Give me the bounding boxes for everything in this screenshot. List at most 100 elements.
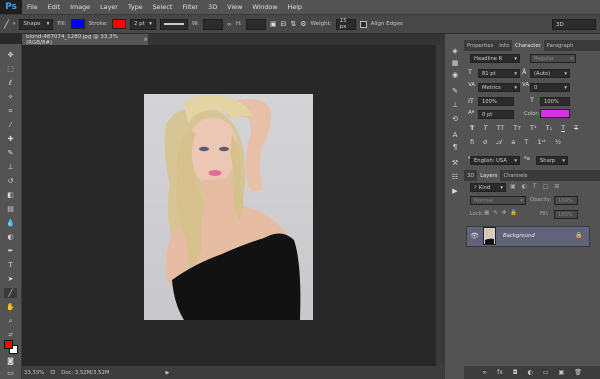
small-caps-button[interactable]: Tт bbox=[513, 124, 521, 134]
lock-position-icon[interactable]: ✥ bbox=[502, 210, 507, 218]
faux-bold-button[interactable]: T bbox=[470, 124, 474, 134]
lock-transparency-icon[interactable]: ▦ bbox=[484, 210, 489, 218]
leading-field[interactable]: (Auto) ▾ bbox=[530, 69, 570, 78]
stroke-type-select[interactable] bbox=[159, 18, 188, 30]
color-icon[interactable]: ◉ bbox=[449, 70, 461, 79]
titling-button[interactable]: T bbox=[524, 138, 528, 148]
tracking-field[interactable]: 0 ▾ bbox=[530, 83, 570, 92]
chevron-down-icon[interactable]: ▾ bbox=[13, 21, 16, 27]
lock-pixels-icon[interactable]: ✎ bbox=[493, 210, 498, 218]
pixel-filter-icon[interactable]: ▣ bbox=[510, 183, 516, 192]
eraser-tool-icon[interactable]: ◧ bbox=[4, 190, 17, 200]
adjustment-filter-icon[interactable]: ◐ bbox=[522, 183, 527, 192]
add-mask-icon[interactable]: ◘ bbox=[513, 369, 518, 376]
shape-filter-icon[interactable]: ▢ bbox=[543, 183, 549, 192]
new-layer-icon[interactable]: ▣ bbox=[559, 369, 565, 376]
menu-view[interactable]: View bbox=[222, 3, 247, 11]
faux-italic-button[interactable]: T bbox=[483, 124, 487, 134]
discretionary-ligatures-button[interactable]: ơ bbox=[483, 138, 487, 148]
height-field[interactable] bbox=[245, 18, 266, 30]
menu-filter[interactable]: Filter bbox=[177, 3, 203, 11]
tab-paragraph[interactable]: Paragraph bbox=[544, 40, 577, 51]
fractions-button[interactable]: ½ bbox=[555, 138, 561, 148]
kerning-select[interactable]: Metrics ▾ bbox=[478, 83, 520, 92]
path-operations-icon[interactable]: ▣ bbox=[270, 20, 277, 28]
zoom-tool-icon[interactable]: ⌕ bbox=[4, 316, 17, 326]
path-selection-tool-icon[interactable]: ➤ bbox=[4, 274, 17, 284]
close-icon[interactable]: × bbox=[143, 37, 148, 43]
swap-colors-icon[interactable]: ⇄ bbox=[4, 330, 17, 340]
font-size-field[interactable]: 81 pt ▾ bbox=[478, 69, 520, 78]
navigator-icon[interactable]: ◈ bbox=[449, 46, 461, 55]
lasso-tool-icon[interactable]: ℓ bbox=[4, 78, 17, 88]
font-family-select[interactable]: Headline R ▾ bbox=[470, 54, 520, 63]
share-icon[interactable]: ⊡ bbox=[50, 369, 55, 376]
strikethrough-button[interactable]: T bbox=[574, 124, 578, 134]
superscript-button[interactable]: T¹ bbox=[530, 124, 537, 134]
all-caps-button[interactable]: TT bbox=[496, 124, 504, 134]
history-brush-tool-icon[interactable]: ↺ bbox=[4, 176, 17, 186]
align-edges-checkbox[interactable] bbox=[359, 20, 367, 28]
fill-swatch[interactable] bbox=[70, 19, 85, 29]
pen-tool-icon[interactable]: ✒ bbox=[4, 246, 17, 256]
line-tool-icon[interactable]: ╱ bbox=[4, 288, 17, 298]
tab-character[interactable]: Character bbox=[512, 40, 544, 51]
path-arrangement-icon[interactable]: ⇅ bbox=[290, 20, 296, 28]
underline-button[interactable]: T bbox=[561, 124, 565, 134]
brush-presets-icon[interactable]: ✎ bbox=[449, 86, 461, 95]
menu-type[interactable]: Type bbox=[123, 3, 148, 11]
marquee-tool-icon[interactable]: ⬚ bbox=[4, 64, 17, 74]
history-icon[interactable]: ⟲ bbox=[449, 114, 461, 123]
type-filter-icon[interactable]: T bbox=[533, 183, 537, 192]
eye-icon[interactable]: 👁 bbox=[470, 232, 479, 240]
font-style-select[interactable]: Regular ▾ bbox=[530, 54, 576, 63]
healing-brush-tool-icon[interactable]: ✚ bbox=[4, 134, 17, 144]
tab-properties[interactable]: Properties bbox=[464, 40, 496, 51]
menu-edit[interactable]: Edit bbox=[43, 3, 65, 11]
character-panel-icon[interactable]: A bbox=[449, 130, 461, 139]
layer-kind-filter[interactable]: ⌕ Kind ▾ bbox=[470, 183, 506, 192]
menu-3d[interactable]: 3D bbox=[203, 3, 222, 11]
menu-help[interactable]: Help bbox=[283, 3, 308, 11]
type-tool-icon[interactable]: T bbox=[4, 260, 17, 270]
vertical-scrollbar[interactable] bbox=[436, 45, 444, 366]
blend-mode-select[interactable]: Normal ▾ bbox=[470, 196, 526, 205]
width-field[interactable] bbox=[202, 18, 223, 30]
clone-source-icon[interactable]: ⊥ bbox=[449, 100, 461, 109]
workspace-select[interactable]: 3D bbox=[552, 19, 596, 30]
menu-image[interactable]: Image bbox=[65, 3, 95, 11]
screen-mode-icon[interactable]: ▭ bbox=[4, 368, 17, 378]
layer-comps-icon[interactable]: ▦ bbox=[449, 58, 461, 67]
menu-window[interactable]: Window bbox=[247, 3, 282, 11]
vertical-scale-field[interactable]: 100% bbox=[478, 97, 514, 106]
line-tool-icon[interactable]: ╱ bbox=[4, 20, 9, 29]
alternates-button[interactable]: a bbox=[511, 138, 515, 148]
trash-icon[interactable]: 🗑 bbox=[574, 369, 582, 376]
menu-layer[interactable]: Layer bbox=[95, 3, 123, 11]
adjustments-icon[interactable]: ☷ bbox=[449, 172, 461, 181]
crop-tool-icon[interactable]: ⌗ bbox=[4, 106, 17, 116]
eyedropper-tool-icon[interactable]: ⁄ bbox=[4, 120, 17, 130]
antialias-select[interactable]: Sharp ▾ bbox=[536, 156, 568, 165]
blur-tool-icon[interactable]: 💧 bbox=[4, 218, 17, 228]
magic-wand-tool-icon[interactable]: ✧ bbox=[4, 92, 17, 102]
link-layers-icon[interactable]: ∞ bbox=[482, 369, 487, 376]
menu-select[interactable]: Select bbox=[148, 3, 178, 11]
chevron-right-icon[interactable]: ▶ bbox=[165, 370, 169, 376]
stroke-swatch[interactable] bbox=[111, 19, 126, 29]
clone-stamp-tool-icon[interactable]: ⊥ bbox=[4, 162, 17, 172]
new-group-icon[interactable]: ▭ bbox=[543, 369, 549, 376]
dodge-tool-icon[interactable]: ◐ bbox=[4, 232, 17, 242]
text-color-swatch[interactable] bbox=[540, 109, 570, 118]
quick-mask-icon[interactable]: ◙ bbox=[4, 356, 17, 366]
foreground-color-swatch[interactable] bbox=[4, 340, 13, 349]
zoom-level[interactable]: 33,33% bbox=[24, 370, 44, 376]
tab-3d[interactable]: 3D bbox=[464, 170, 477, 181]
baseline-shift-field[interactable]: 0 pt bbox=[478, 110, 514, 119]
mode-select[interactable]: Shape ▾ bbox=[19, 18, 54, 30]
ordinals-button[interactable]: 1ˢᵗ bbox=[537, 138, 545, 148]
swash-button[interactable]: 𝒜 bbox=[496, 138, 502, 148]
move-tool-icon[interactable]: ✥ bbox=[4, 50, 17, 60]
tab-layers[interactable]: Layers bbox=[477, 170, 501, 181]
language-select[interactable]: English: USA ▾ bbox=[470, 156, 520, 165]
